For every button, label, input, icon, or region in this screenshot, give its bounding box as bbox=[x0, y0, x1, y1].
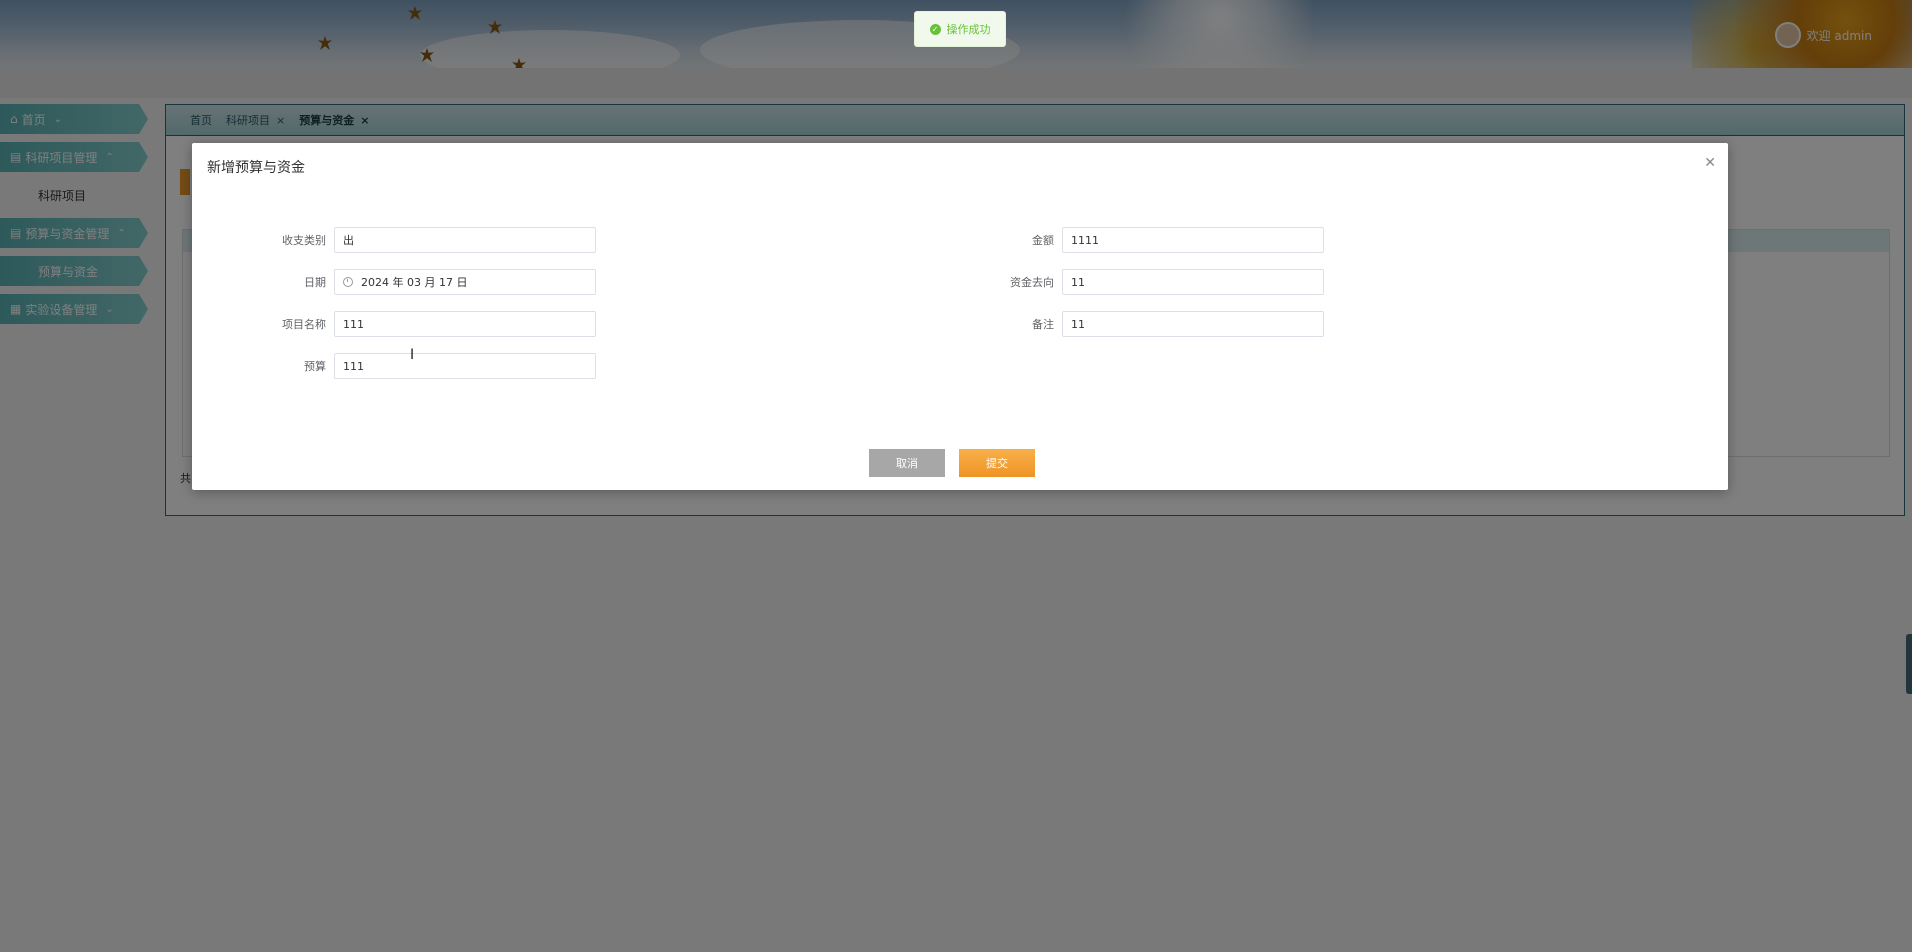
field-label: 资金去向 bbox=[1010, 276, 1054, 289]
field-label: 收支类别 bbox=[282, 234, 326, 247]
field-value: 2024 年 03 月 17 日 bbox=[361, 276, 468, 289]
budget-input[interactable]: 111 bbox=[334, 353, 596, 379]
field-label: 备注 bbox=[1032, 318, 1054, 331]
add-budget-dialog: 新增预算与资金 ✕ 收支类别 出 日期 2024 年 03 月 17 日 项目名… bbox=[192, 143, 1728, 490]
side-scroll-handle[interactable] bbox=[1906, 634, 1912, 694]
project-name-input[interactable]: 111 bbox=[334, 311, 596, 337]
field-label: 预算 bbox=[304, 360, 326, 373]
field-value: 111 bbox=[343, 317, 364, 331]
field-label: 项目名称 bbox=[282, 318, 326, 331]
field-fund-destination: 资金去向 11 bbox=[982, 269, 1324, 295]
dialog-title: 新增预算与资金 bbox=[207, 160, 305, 176]
field-value: 11 bbox=[1071, 317, 1085, 331]
field-budget: 预算 111 bbox=[192, 353, 596, 379]
submit-button[interactable]: 提交 bbox=[959, 449, 1035, 477]
amount-input[interactable]: 1111 bbox=[1062, 227, 1324, 253]
field-value: 出 bbox=[343, 234, 354, 247]
field-income-type: 收支类别 出 bbox=[192, 227, 596, 253]
check-circle-icon: ✓ bbox=[929, 23, 941, 35]
field-value: 111 bbox=[343, 359, 364, 373]
field-label: 日期 bbox=[304, 276, 326, 289]
success-toast: ✓ 操作成功 bbox=[914, 11, 1006, 47]
cancel-button[interactable]: 取消 bbox=[869, 449, 945, 477]
fund-destination-input[interactable]: 11 bbox=[1062, 269, 1324, 295]
close-icon[interactable]: ✕ bbox=[1704, 155, 1716, 171]
clock-icon bbox=[343, 277, 353, 287]
field-remark: 备注 11 bbox=[982, 311, 1324, 337]
toast-message: 操作成功 bbox=[946, 23, 991, 36]
field-value: 1111 bbox=[1071, 233, 1099, 247]
text-cursor-icon: I bbox=[410, 347, 415, 363]
field-amount: 金额 1111 bbox=[982, 227, 1324, 253]
field-value: 11 bbox=[1071, 275, 1085, 289]
field-project-name: 项目名称 111 bbox=[192, 311, 596, 337]
income-type-select[interactable]: 出 bbox=[334, 227, 596, 253]
remark-input[interactable]: 11 bbox=[1062, 311, 1324, 337]
field-date: 日期 2024 年 03 月 17 日 bbox=[192, 269, 596, 295]
field-label: 金额 bbox=[1032, 234, 1054, 247]
date-picker[interactable]: 2024 年 03 月 17 日 bbox=[334, 269, 596, 295]
